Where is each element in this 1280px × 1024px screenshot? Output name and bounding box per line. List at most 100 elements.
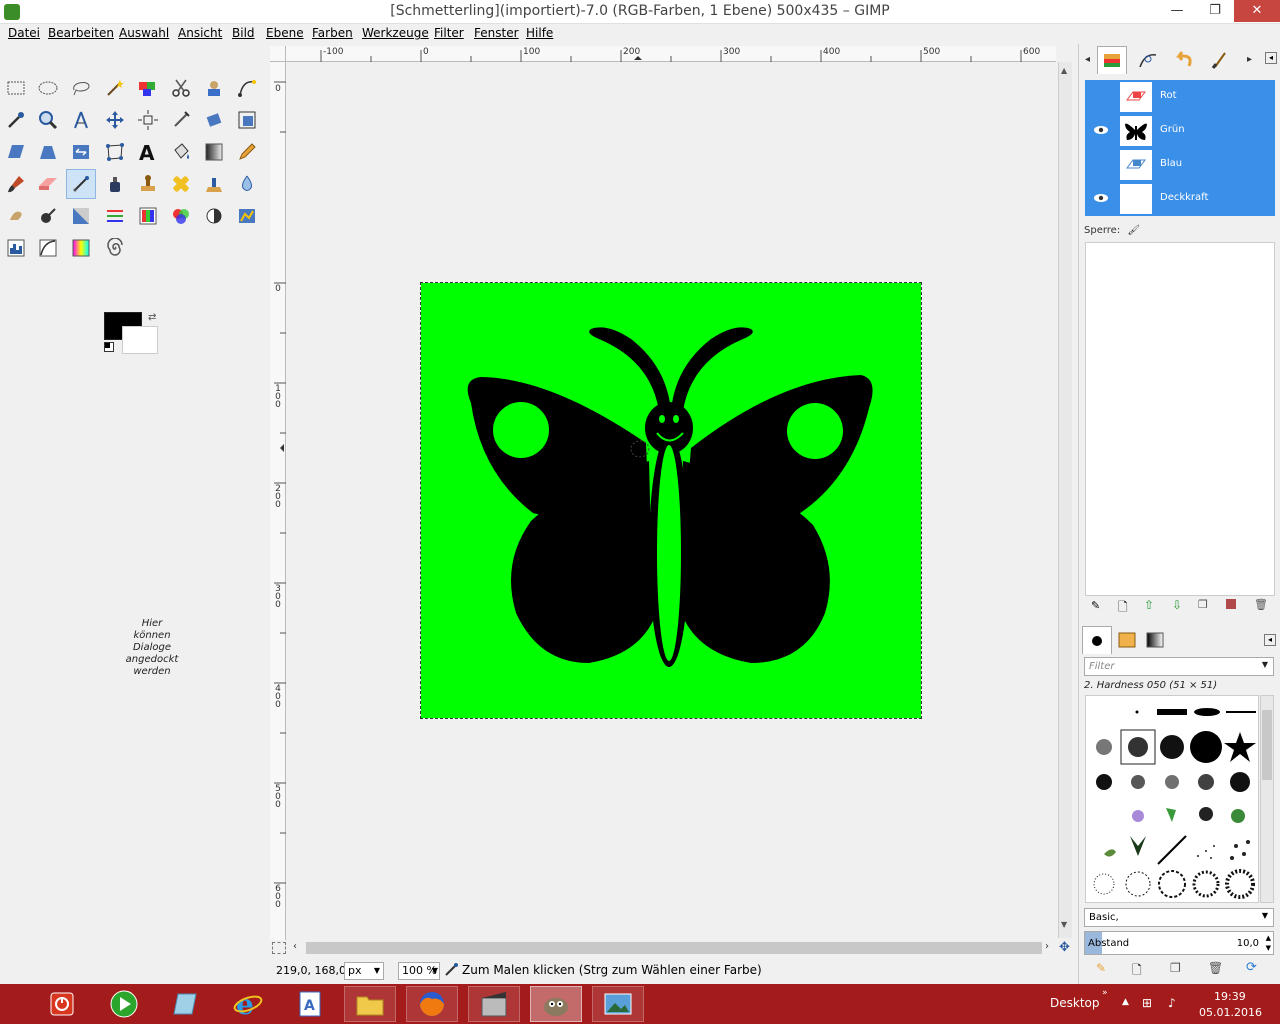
taskbar-word-icon[interactable]: A [284, 986, 336, 1022]
channel-row-alpha[interactable]: Deckkraft [1085, 182, 1275, 216]
menu-datei[interactable]: Datei [8, 26, 40, 40]
desktop-toolbar-label[interactable]: Desktop [1050, 996, 1100, 1010]
horizontal-scrollbar[interactable] [306, 942, 1042, 954]
measure-icon[interactable] [66, 105, 96, 135]
channel-to-selection-icon[interactable] [1226, 599, 1236, 609]
heal-icon[interactable] [166, 169, 196, 199]
menu-farben[interactable]: Farben [312, 26, 353, 40]
rect-select-icon[interactable] [1, 73, 31, 103]
pencil-icon[interactable] [232, 137, 262, 167]
dock-menu-icon[interactable]: ◂ [1265, 52, 1277, 64]
menu-bild[interactable]: Bild [232, 26, 255, 40]
new-channel-icon[interactable]: 🗋 [1118, 598, 1128, 619]
zoom-select[interactable]: 100 % ▼ [398, 962, 440, 980]
raise-channel-icon[interactable]: ⇧ [1144, 598, 1154, 612]
menu-fenster[interactable]: Fenster [474, 26, 519, 40]
new-brush-icon[interactable]: 🗋 [1132, 961, 1142, 982]
tab-brushes[interactable] [1082, 626, 1112, 654]
channel-row-green[interactable]: Grün [1085, 114, 1275, 148]
paths-icon[interactable] [232, 73, 262, 103]
posterize-icon[interactable] [66, 233, 96, 263]
zoom-icon[interactable] [33, 105, 63, 135]
vertical-scrollbar[interactable]: ▲ ▼ [1058, 62, 1072, 938]
bucket-fill-icon[interactable] [166, 137, 196, 167]
volume-icon[interactable]: ♪ [1168, 996, 1176, 1010]
brush-set-select[interactable]: Basic, ▼ [1084, 908, 1274, 927]
quickmask-icon[interactable] [272, 942, 286, 954]
perspective-clone-icon[interactable] [199, 169, 229, 199]
menu-werkzeuge[interactable]: Werkzeuge [362, 26, 429, 40]
taskbar-ie-icon[interactable]: e [222, 986, 274, 1022]
spacing-slider[interactable]: Abstand 10,0 ▲ ▼ [1084, 931, 1274, 955]
scroll-down-icon[interactable]: ▼ [1061, 920, 1070, 929]
menu-ebene[interactable]: Ebene [266, 26, 304, 40]
edit-channel-icon[interactable]: ✎ [1091, 599, 1100, 612]
gradient-icon[interactable] [199, 137, 229, 167]
menu-ansicht[interactable]: Ansicht [178, 26, 222, 40]
tab-gradients[interactable] [1140, 626, 1170, 654]
lower-channel-icon[interactable]: ⇩ [1172, 598, 1182, 612]
colorize-icon[interactable] [166, 201, 196, 231]
cage-transform-icon[interactable] [100, 137, 130, 167]
perspective-icon[interactable] [33, 137, 63, 167]
taskbar-explorer-icon[interactable] [344, 986, 396, 1022]
scale-icon[interactable] [232, 105, 262, 135]
scissors-icon[interactable] [166, 73, 196, 103]
close-button[interactable]: ✕ [1234, 0, 1280, 22]
edit-brush-icon[interactable]: ✎ [1096, 961, 1106, 975]
tab-undo-history[interactable] [1169, 46, 1199, 74]
menu-hilfe[interactable]: Hilfe [526, 26, 553, 40]
menu-bearbeiten[interactable]: Bearbeiten [48, 26, 114, 40]
spin-arrows-icon[interactable]: ▲ ▼ [1266, 933, 1271, 953]
tab-tool-options[interactable] [1205, 46, 1235, 74]
swap-colors-icon[interactable]: ⇄ [148, 312, 160, 324]
refresh-brushes-icon[interactable]: ⟳ [1246, 960, 1257, 975]
dock-menu-icon[interactable]: ◂ [1264, 634, 1276, 646]
shear-icon[interactable] [1, 137, 31, 167]
minimize-button[interactable]: — [1158, 0, 1196, 22]
duplicate-channel-icon[interactable]: ❐ [1198, 598, 1208, 611]
channel-row-blue[interactable]: Blau [1085, 148, 1275, 182]
tray-date[interactable]: 05.01.2016 [1199, 1006, 1262, 1019]
tab-patterns[interactable] [1112, 626, 1142, 654]
visibility-eye-icon[interactable] [1093, 193, 1109, 203]
align-icon[interactable] [133, 105, 163, 135]
clone-icon[interactable] [133, 169, 163, 199]
threshold-icon[interactable] [232, 201, 262, 231]
taskbar-movie-maker-icon[interactable] [468, 986, 520, 1022]
tab-paths[interactable] [1133, 46, 1163, 74]
delete-brush-icon[interactable]: 🗑 [1208, 961, 1223, 975]
smudge-icon[interactable] [1, 201, 31, 231]
desaturate-icon[interactable] [66, 201, 96, 231]
delete-channel-icon[interactable]: 🗑 [1254, 598, 1268, 611]
fuzzy-select-icon[interactable] [100, 73, 130, 103]
menu-auswahl[interactable]: Auswahl [119, 26, 169, 40]
ellipse-select-icon[interactable] [33, 73, 63, 103]
unit-select[interactable]: px ▼ [344, 962, 384, 980]
foreground-select-icon[interactable] [199, 73, 229, 103]
channel-row-red[interactable]: Rot [1085, 80, 1275, 114]
airbrush-icon[interactable] [66, 169, 96, 199]
flip-icon[interactable] [66, 137, 96, 167]
color-balance-icon[interactable] [100, 201, 130, 231]
move-icon[interactable] [100, 105, 130, 135]
brush-scrollbar[interactable] [1260, 695, 1274, 903]
tab-scroll-right-icon[interactable]: ▸ [1247, 54, 1252, 65]
crop-icon[interactable] [166, 105, 196, 135]
ink-icon[interactable] [100, 169, 130, 199]
text-icon[interactable]: A [133, 137, 163, 167]
brush-filter-input[interactable]: Filter ▼ [1084, 657, 1274, 676]
duplicate-brush-icon[interactable]: ❐ [1170, 961, 1181, 975]
spiral-icon[interactable] [100, 233, 130, 263]
tray-overflow-icon[interactable]: ▲ [1122, 997, 1129, 1007]
taskbar-media-player-icon[interactable] [98, 986, 150, 1022]
dodge-burn-icon[interactable] [33, 201, 63, 231]
taskbar-notes-icon[interactable] [160, 986, 212, 1022]
maximize-button[interactable]: ❐ [1196, 0, 1234, 22]
curves-icon[interactable] [33, 233, 63, 263]
color-picker-icon[interactable] [1, 105, 31, 135]
taskbar-gimp-icon[interactable] [530, 986, 582, 1022]
default-colors-icon[interactable] [104, 342, 114, 352]
blur-icon[interactable] [232, 169, 262, 199]
taskbar-firefox-icon[interactable] [406, 986, 458, 1022]
